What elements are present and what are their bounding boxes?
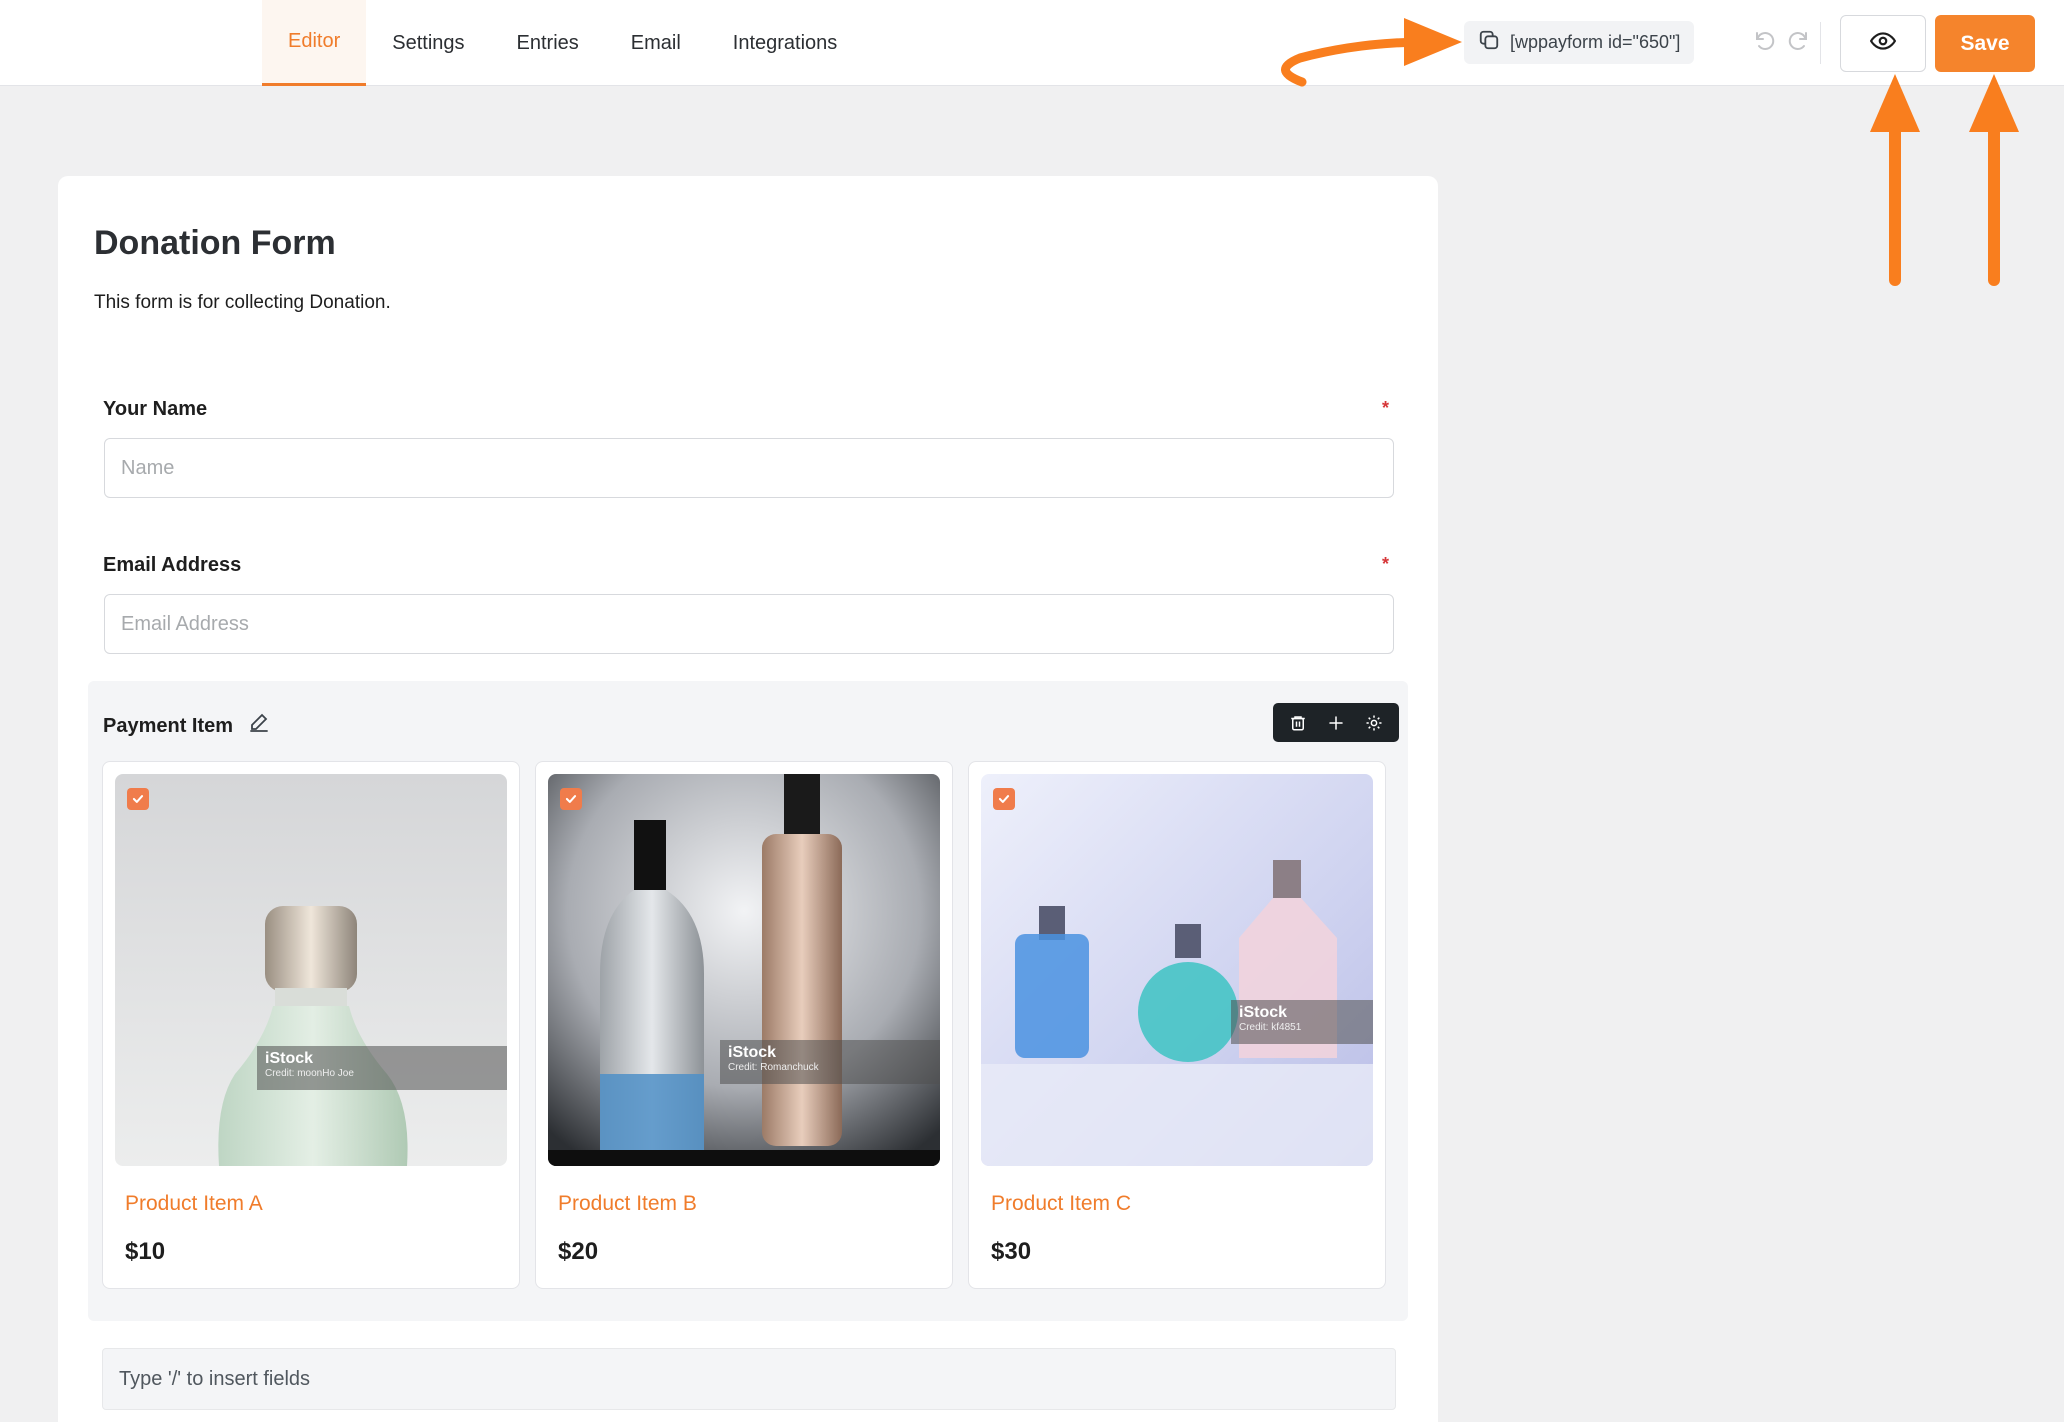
plus-icon[interactable]: [1323, 710, 1349, 736]
product-checkbox[interactable]: [127, 788, 149, 810]
tab-email[interactable]: Email: [605, 0, 707, 86]
tab-editor[interactable]: Editor: [262, 0, 367, 86]
watermark: iStock Credit: kf4851: [1231, 1000, 1373, 1044]
product-price: $10: [125, 1238, 166, 1265]
form-title[interactable]: Donation Form: [94, 224, 336, 263]
top-bar: Editor Settings Entries Email Integratio…: [0, 0, 2064, 86]
perfume-bottles-image: [548, 774, 940, 1166]
product-card[interactable]: iStock Credit: Romanchuck Product Item B…: [535, 761, 953, 1289]
product-card[interactable]: iStock Credit: kf4851 Product Item C $30: [968, 761, 1386, 1289]
undo-icon[interactable]: [1753, 29, 1777, 53]
toolbar-divider: [1820, 22, 1821, 64]
tab-integrations[interactable]: Integrations: [707, 0, 864, 86]
watermark: iStock Credit: Romanchuck: [720, 1040, 940, 1084]
tab-entries[interactable]: Entries: [491, 0, 605, 86]
redo-icon[interactable]: [1786, 29, 1810, 53]
preview-button[interactable]: [1840, 15, 1926, 72]
arrow-to-preview: [1870, 74, 1920, 286]
product-checkbox[interactable]: [560, 788, 582, 810]
arrow-to-save: [1969, 74, 2019, 286]
watermark-brand: iStock: [1239, 1004, 1288, 1021]
payment-item-block[interactable]: Payment Item iStock Credit: moonHo Joe P…: [88, 681, 1408, 1321]
pencil-icon[interactable]: [247, 711, 271, 741]
check-icon: [132, 795, 144, 803]
watermark-credit: Credit: Romanchuck: [728, 1062, 819, 1073]
gear-icon[interactable]: [1361, 710, 1387, 736]
watermark: iStock Credit: moonHo Joe: [257, 1046, 507, 1090]
product-price: $20: [558, 1238, 599, 1265]
product-image: [115, 774, 507, 1166]
form-description[interactable]: This form is for collecting Donation.: [94, 292, 391, 314]
email-field-label: Email Address: [103, 554, 242, 576]
check-icon: [565, 795, 577, 803]
block-toolbar: [1273, 703, 1399, 742]
product-image: [981, 774, 1373, 1166]
nav-tabs: Editor Settings Entries Email Integratio…: [262, 0, 863, 86]
required-mark: *: [1382, 554, 1390, 574]
watermark-brand: iStock: [265, 1050, 314, 1067]
tab-settings[interactable]: Settings: [366, 0, 490, 86]
trash-icon[interactable]: [1285, 710, 1311, 736]
insert-field-prompt[interactable]: Type '/' to insert fields: [102, 1348, 1396, 1410]
watermark-credit: Credit: kf4851: [1239, 1022, 1302, 1033]
product-image: [548, 774, 940, 1166]
name-field-label: Your Name: [103, 398, 208, 420]
product-name: Product Item C: [991, 1192, 1132, 1215]
product-name: Product Item B: [558, 1192, 697, 1215]
product-card[interactable]: iStock Credit: moonHo Joe Product Item A…: [102, 761, 520, 1289]
shortcode-copy-button[interactable]: [wppayform id="650"]: [1464, 21, 1695, 64]
product-name: Product Item A: [125, 1192, 263, 1215]
payment-item-title: Payment Item: [103, 714, 234, 737]
payment-item-label: Payment Item: [103, 711, 271, 741]
save-button[interactable]: Save: [1935, 15, 2035, 72]
email-input[interactable]: [104, 594, 1394, 654]
product-price: $30: [991, 1238, 1032, 1265]
perfume-bottles-image: [981, 774, 1373, 1166]
eye-icon: [1869, 28, 1897, 59]
check-icon: [998, 795, 1010, 803]
product-checkbox[interactable]: [993, 788, 1015, 810]
shortcode-text: [wppayform id="650"]: [1510, 32, 1681, 52]
required-mark: *: [1382, 398, 1390, 418]
watermark-brand: iStock: [728, 1044, 777, 1061]
watermark-credit: Credit: moonHo Joe: [265, 1068, 354, 1079]
copy-icon: [1478, 29, 1500, 56]
name-input[interactable]: [104, 438, 1394, 498]
form-card: Donation Form This form is for collectin…: [58, 176, 1438, 1422]
perfume-bottle-image: [115, 774, 507, 1166]
